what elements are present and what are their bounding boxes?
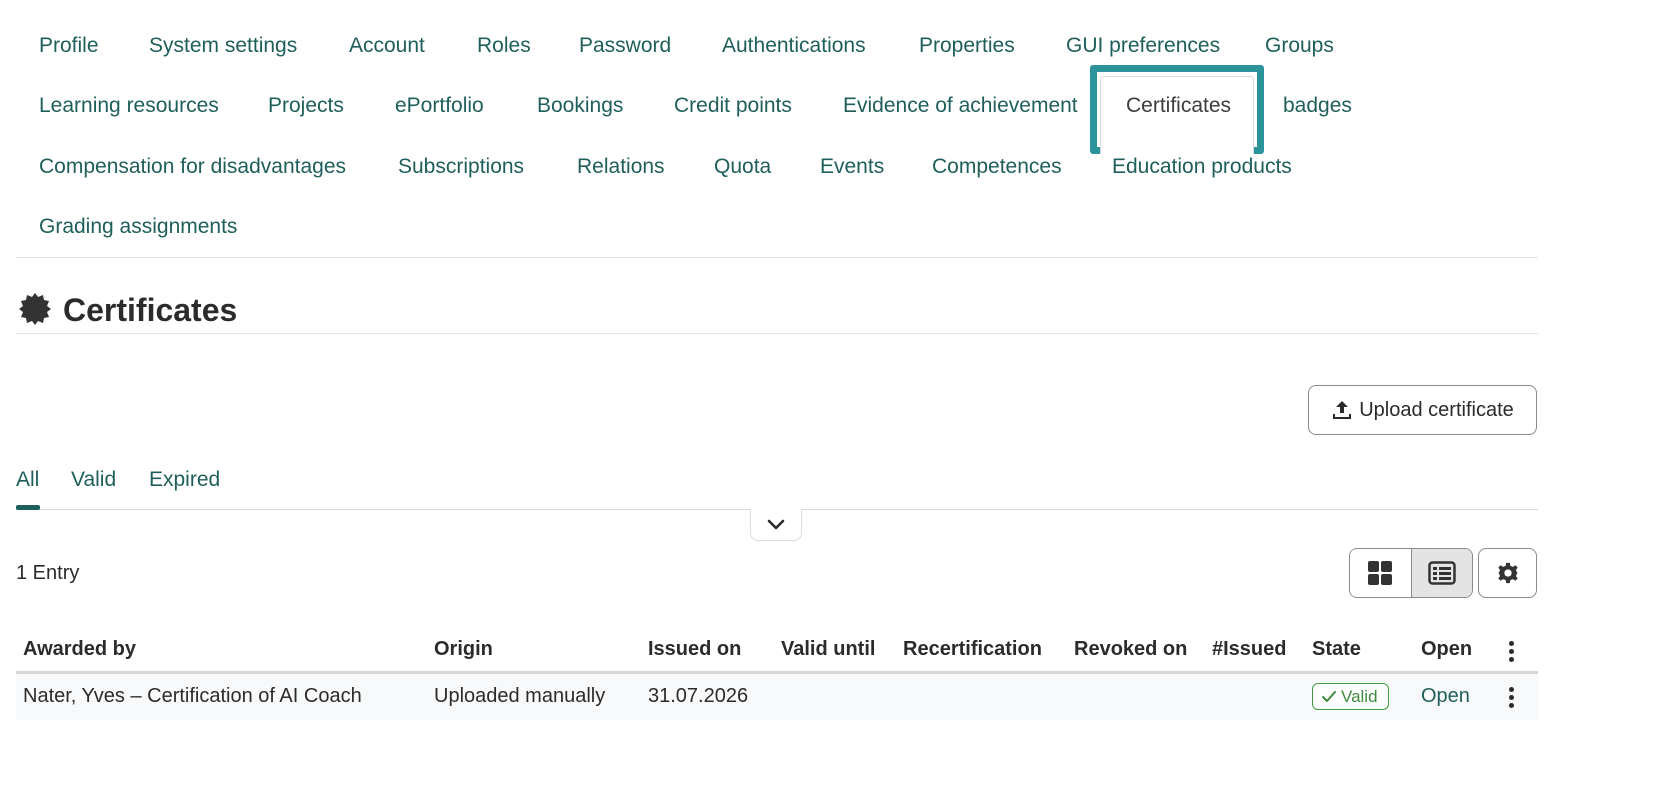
tab-relations[interactable]: Relations bbox=[577, 155, 665, 179]
status-badge-label: Valid bbox=[1341, 686, 1378, 706]
tab-compensation-for-disadvantages[interactable]: Compensation for disadvantages bbox=[39, 155, 346, 179]
columns-menu-icon[interactable] bbox=[1499, 637, 1523, 665]
table-row: Nater, Yves – Certification of AI Coach … bbox=[16, 674, 1538, 720]
column-header-awarded-by[interactable]: Awarded by bbox=[23, 638, 136, 661]
tab-education-products[interactable]: Education products bbox=[1112, 155, 1292, 179]
column-header-origin[interactable]: Origin bbox=[434, 638, 493, 661]
list-view-icon bbox=[1428, 561, 1456, 585]
filter-tab-expired[interactable]: Expired bbox=[149, 468, 220, 492]
tab-profile[interactable]: Profile bbox=[39, 34, 99, 58]
status-badge: Valid bbox=[1312, 683, 1389, 710]
tab-learning-resources[interactable]: Learning resources bbox=[39, 94, 219, 118]
tab-certificates[interactable]: Certificates bbox=[1126, 94, 1231, 118]
tab-events[interactable]: Events bbox=[820, 155, 884, 179]
user-admin-tab-bar: Profile System settings Account Roles Pa… bbox=[16, 0, 1538, 258]
list-view-button[interactable] bbox=[1410, 549, 1472, 597]
tab-grading-assignments[interactable]: Grading assignments bbox=[39, 215, 237, 239]
column-header-state[interactable]: State bbox=[1312, 638, 1361, 661]
entry-count: 1 Entry bbox=[16, 562, 80, 584]
cell-awarded-by: Nater, Yves – Certification of AI Coach bbox=[23, 685, 362, 707]
tab-eportfolio[interactable]: ePortfolio bbox=[395, 94, 484, 118]
filter-tab-all[interactable]: All bbox=[16, 468, 39, 492]
table-settings-button[interactable] bbox=[1478, 548, 1537, 598]
filter-tab-valid[interactable]: Valid bbox=[71, 468, 116, 492]
certificate-filter-tabs: All Valid Expired bbox=[16, 462, 1538, 510]
grid-view-icon bbox=[1368, 561, 1393, 585]
tab-password[interactable]: Password bbox=[579, 34, 671, 58]
check-icon bbox=[1322, 690, 1336, 702]
tab-quota[interactable]: Quota bbox=[714, 155, 771, 179]
row-actions-menu-icon[interactable] bbox=[1499, 683, 1523, 711]
tab-subscriptions[interactable]: Subscriptions bbox=[398, 155, 524, 179]
view-mode-toggle bbox=[1349, 548, 1473, 598]
certificate-seal-icon bbox=[19, 293, 51, 325]
table-header-row: Awarded by Origin Issued on Valid until … bbox=[16, 630, 1538, 674]
tab-authentications[interactable]: Authentications bbox=[722, 34, 866, 58]
tab-gui-preferences[interactable]: GUI preferences bbox=[1066, 34, 1220, 58]
column-header-recertification[interactable]: Recertification bbox=[903, 638, 1042, 661]
upload-certificate-label: Upload certificate bbox=[1359, 398, 1514, 421]
tab-projects[interactable]: Projects bbox=[268, 94, 344, 118]
cell-issued-on: 31.07.2026 bbox=[648, 685, 749, 707]
column-header-issued-count[interactable]: #Issued bbox=[1212, 638, 1286, 661]
open-certificate-link[interactable]: Open bbox=[1421, 685, 1470, 708]
chevron-down-icon bbox=[767, 519, 785, 529]
tab-properties[interactable]: Properties bbox=[919, 34, 1015, 58]
column-header-issued-on[interactable]: Issued on bbox=[648, 638, 741, 661]
gear-icon bbox=[1497, 562, 1518, 584]
filter-panel-toggle[interactable] bbox=[750, 509, 802, 541]
column-header-valid-until[interactable]: Valid until bbox=[781, 638, 875, 661]
tab-evidence-of-achievement[interactable]: Evidence of achievement bbox=[843, 94, 1078, 118]
certificates-table: Awarded by Origin Issued on Valid until … bbox=[16, 630, 1538, 720]
tab-credit-points[interactable]: Credit points bbox=[674, 94, 792, 118]
upload-icon bbox=[1333, 401, 1352, 419]
tab-roles[interactable]: Roles bbox=[477, 34, 531, 58]
active-filter-underline bbox=[16, 505, 40, 510]
tab-badges[interactable]: badges bbox=[1283, 94, 1352, 118]
column-header-open: Open bbox=[1421, 638, 1473, 660]
tab-account[interactable]: Account bbox=[349, 34, 425, 58]
tab-competences[interactable]: Competences bbox=[932, 155, 1062, 179]
tab-system-settings[interactable]: System settings bbox=[149, 34, 297, 58]
page-title: Certificates bbox=[63, 292, 238, 328]
upload-certificate-button[interactable]: Upload certificate bbox=[1308, 385, 1537, 435]
grid-view-button[interactable] bbox=[1350, 549, 1411, 597]
tab-groups[interactable]: Groups bbox=[1265, 34, 1334, 58]
page-heading: Certificates bbox=[16, 288, 1538, 334]
cell-origin: Uploaded manually bbox=[434, 685, 606, 707]
column-header-revoked-on[interactable]: Revoked on bbox=[1074, 638, 1187, 661]
tab-bookings[interactable]: Bookings bbox=[537, 94, 623, 118]
